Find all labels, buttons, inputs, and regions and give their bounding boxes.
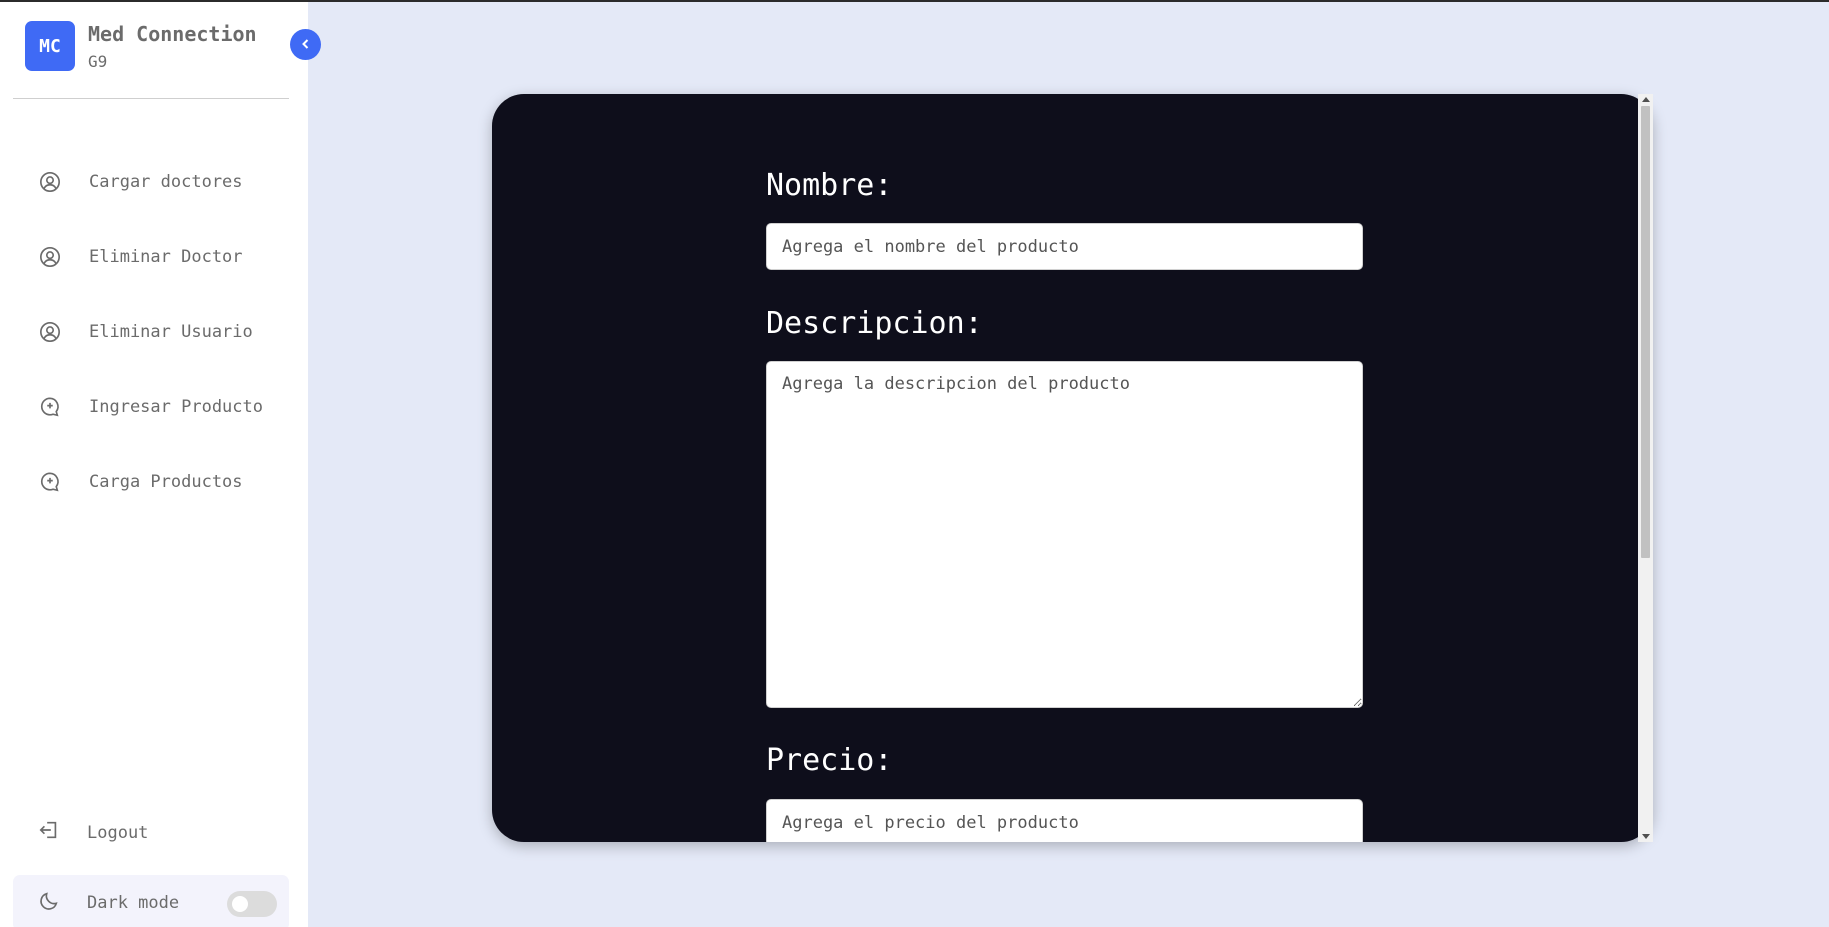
chat-plus-icon bbox=[38, 395, 62, 419]
chat-plus-icon bbox=[38, 470, 62, 494]
sidebar-item-label: Eliminar Doctor bbox=[89, 246, 243, 267]
sidebar-item-label: Eliminar Usuario bbox=[89, 321, 253, 342]
panel-scrollbar[interactable] bbox=[1638, 94, 1653, 842]
name-input[interactable] bbox=[766, 223, 1363, 270]
description-label: Descripcion: bbox=[766, 306, 983, 341]
toggle-knob bbox=[232, 896, 248, 912]
price-input[interactable] bbox=[766, 799, 1363, 842]
user-circle-icon bbox=[38, 320, 62, 344]
sidebar-item-eliminar-usuario[interactable]: Eliminar Usuario bbox=[0, 294, 308, 369]
scrollbar-thumb[interactable] bbox=[1641, 106, 1650, 558]
sidebar-item-label: Ingresar Producto bbox=[89, 396, 263, 417]
chevron-left-icon bbox=[300, 35, 312, 54]
moon-icon bbox=[38, 890, 60, 917]
dark-mode-label: Dark mode bbox=[87, 893, 180, 913]
brand-name: Med Connection bbox=[88, 22, 257, 46]
brand-subtitle: G9 bbox=[88, 52, 108, 71]
logout-icon bbox=[38, 819, 60, 846]
user-circle-icon bbox=[38, 170, 62, 194]
sidebar-item-ingresar-producto[interactable]: Ingresar Producto bbox=[0, 369, 308, 444]
logout-label: Logout bbox=[87, 822, 149, 843]
sidebar-item-cargar-doctores[interactable]: Cargar doctores bbox=[0, 144, 308, 219]
product-form-panel: Nombre: Descripcion: Precio: bbox=[492, 94, 1653, 842]
sidebar: MC Med Connection G9 Cargar doctores Eli… bbox=[0, 2, 308, 927]
scroll-up-arrow-icon[interactable] bbox=[1642, 97, 1650, 102]
sidebar-collapse-button[interactable] bbox=[290, 29, 321, 60]
description-textarea[interactable] bbox=[766, 361, 1363, 708]
name-label: Nombre: bbox=[766, 168, 893, 203]
sidebar-item-eliminar-doctor[interactable]: Eliminar Doctor bbox=[0, 219, 308, 294]
sidebar-divider bbox=[13, 98, 289, 99]
dark-mode-toggle[interactable] bbox=[227, 891, 277, 917]
brand-text: Med Connection G9 bbox=[88, 21, 257, 73]
logout-button[interactable]: Logout bbox=[0, 795, 308, 870]
sidebar-menu: Cargar doctores Eliminar Doctor Eliminar… bbox=[0, 144, 308, 519]
user-circle-icon bbox=[38, 245, 62, 269]
brand-logo: MC bbox=[25, 21, 75, 71]
dark-mode-row: Dark mode bbox=[13, 875, 289, 927]
scroll-down-arrow-icon[interactable] bbox=[1642, 834, 1650, 839]
sidebar-item-carga-productos[interactable]: Carga Productos bbox=[0, 444, 308, 519]
sidebar-item-label: Cargar doctores bbox=[89, 171, 243, 192]
price-label: Precio: bbox=[766, 743, 893, 778]
brand: MC Med Connection G9 bbox=[25, 21, 257, 73]
sidebar-bottom: Logout Dark mode bbox=[0, 795, 308, 927]
sidebar-item-label: Carga Productos bbox=[89, 471, 243, 492]
